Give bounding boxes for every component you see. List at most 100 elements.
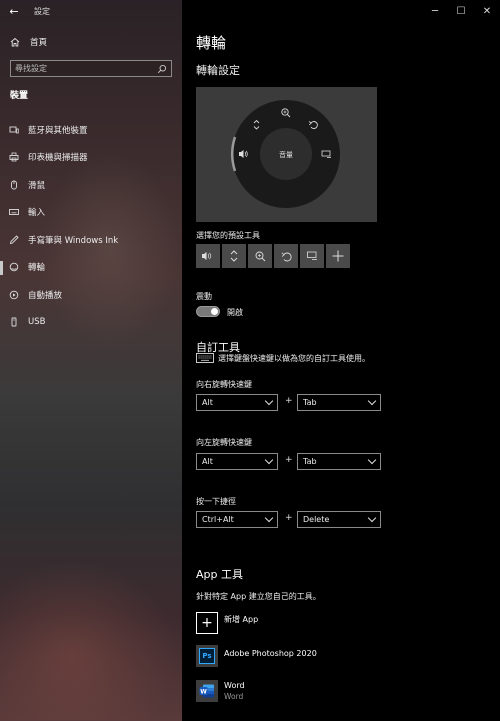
shortcut-right-key-select[interactable]: Tab [297, 394, 381, 411]
tool-zoom-button[interactable] [248, 244, 272, 268]
settings-heading: 轉輪設定 [196, 64, 240, 77]
sidebar-item-label: 滑鼠 [28, 180, 46, 191]
close-button[interactable]: ✕ [474, 0, 500, 22]
vibration-toggle[interactable] [196, 306, 220, 317]
app-name: Adobe Photoshop 2020 [224, 648, 317, 658]
autoplay-icon [0, 290, 28, 300]
wheel-icon [0, 262, 28, 272]
main-content: ─ ☐ ✕ 轉輪 轉輪設定 音量 選擇您的預設工具 震動 開啟 自訂工具 選擇鍵… [182, 0, 500, 721]
add-app-button[interactable]: + 新增 App [196, 612, 258, 634]
undo-icon [281, 251, 292, 261]
default-tools-row [196, 244, 350, 268]
select-value: Alt [202, 457, 213, 466]
custom-tools-desc: 選擇鍵盤快速鍵以做為您的自訂工具使用。 [218, 353, 370, 363]
shortcut-click-label: 按一下捷徑 [196, 497, 236, 506]
chevron-down-icon [367, 396, 377, 406]
select-value: Delete [303, 515, 330, 524]
shortcut-right-label: 向右旋轉快速鍵 [196, 380, 252, 389]
sidebar-item-autoplay[interactable]: 自動播放 [0, 281, 182, 309]
search-icon[interactable] [157, 64, 167, 74]
app-item-word[interactable]: W Word Word [196, 680, 245, 702]
add-icon [332, 250, 344, 262]
close-icon: ✕ [482, 5, 492, 17]
sidebar-item-label: USB [28, 317, 46, 328]
tool-undo-button[interactable] [274, 244, 298, 268]
sidebar-item-label: 首頁 [30, 38, 48, 48]
shortcut-click-key-select[interactable]: Delete [297, 511, 381, 528]
sidebar-item-label: 手寫筆與 Windows Ink [28, 235, 119, 246]
dial-preview: 音量 [196, 87, 377, 222]
printer-icon [0, 152, 28, 162]
vibration-state: 開啟 [227, 308, 243, 317]
mouse-icon [0, 180, 28, 190]
sidebar-item-pen[interactable]: 手寫筆與 Windows Ink [0, 226, 182, 254]
sidebar-item-label: 轉輪 [28, 263, 46, 274]
toggle-knob [211, 308, 218, 315]
sidebar-item-usb[interactable]: USB [0, 309, 182, 337]
app-subtitle: Word [224, 692, 244, 701]
maximize-icon: ☐ [456, 5, 466, 17]
app-item-photoshop[interactable]: Ps Adobe Photoshop 2020 [196, 645, 317, 667]
back-button[interactable]: ← [0, 0, 28, 22]
volume-icon [202, 252, 212, 260]
tool-scroll-button[interactable] [222, 244, 246, 268]
sidebar-nav: 藍牙與其他裝置 印表機與掃描器 滑鼠 輸入 手寫筆與 Windows Ink 轉… [0, 116, 182, 336]
custom-tools-desc-row: 選擇鍵盤快速鍵以做為您的自訂工具使用。 [196, 352, 370, 364]
plus-separator: + [285, 513, 293, 523]
shortcut-right-modifier-select[interactable]: Alt [196, 394, 278, 411]
app-name: Word [224, 681, 245, 690]
tool-add-button[interactable] [326, 244, 350, 268]
sidebar: ← 設定 首頁 裝置 藍牙與其他裝置 印表機與掃描器 [0, 0, 182, 721]
keyboard-icon [196, 352, 214, 364]
svg-text:W: W [200, 689, 207, 696]
chevron-down-icon [264, 455, 274, 465]
scroll-icon [230, 250, 238, 262]
shortcut-left-label: 向左旋轉快速鍵 [196, 438, 252, 447]
select-value: Tab [303, 457, 317, 466]
tool-volume-button[interactable] [196, 244, 220, 268]
search-box[interactable] [10, 60, 172, 77]
photoshop-icon: Ps [196, 645, 218, 667]
sidebar-section-title: 裝置 [10, 91, 29, 101]
tool-brightness-button[interactable] [300, 244, 324, 268]
sidebar-item-label: 輸入 [28, 208, 46, 219]
chevron-down-icon [367, 513, 377, 523]
shortcut-left-modifier-select[interactable]: Alt [196, 453, 278, 470]
window-controls: ─ ☐ ✕ [422, 0, 500, 22]
sidebar-item-label: 自動播放 [28, 290, 63, 301]
add-icon: + [196, 612, 218, 634]
title-bar: ← 設定 [0, 0, 182, 22]
sidebar-item-bluetooth[interactable]: 藍牙與其他裝置 [0, 116, 182, 144]
home-icon [0, 37, 30, 47]
sidebar-item-wheel[interactable]: 轉輪 [0, 254, 182, 282]
dial-illustration: 音量 [231, 100, 340, 208]
brightness-icon [306, 251, 317, 260]
app-title: 設定 [34, 6, 50, 16]
sidebar-item-typing[interactable]: 輸入 [0, 199, 182, 227]
default-tools-label: 選擇您的預設工具 [196, 231, 260, 240]
chevron-down-icon [367, 455, 377, 465]
add-app-label: 新增 App [224, 614, 259, 624]
sidebar-item-label: 藍牙與其他裝置 [28, 125, 88, 136]
back-arrow-icon: ← [9, 4, 19, 18]
bluetooth-devices-icon [0, 125, 28, 135]
chevron-down-icon [264, 513, 274, 523]
sidebar-item-label: 印表機與掃描器 [28, 153, 88, 164]
sidebar-item-printers[interactable]: 印表機與掃描器 [0, 144, 182, 172]
sidebar-item-mouse[interactable]: 滑鼠 [0, 171, 182, 199]
word-icon: W [196, 680, 218, 702]
zoom-icon [255, 251, 265, 261]
select-value: Ctrl+Alt [202, 515, 234, 524]
search-input[interactable] [15, 64, 157, 73]
maximize-button[interactable]: ☐ [448, 0, 474, 22]
minimize-button[interactable]: ─ [422, 0, 448, 22]
page-title: 轉輪 [196, 34, 227, 52]
select-value: Alt [202, 398, 213, 407]
sidebar-item-home[interactable]: 首頁 [0, 32, 182, 52]
shortcut-click-modifier-select[interactable]: Ctrl+Alt [196, 511, 278, 528]
shortcut-left-key-select[interactable]: Tab [297, 453, 381, 470]
app-tools-heading: App 工具 [196, 568, 243, 581]
dial-center-label: 音量 [279, 150, 293, 159]
select-value: Tab [303, 398, 317, 407]
plus-separator: + [285, 396, 293, 406]
